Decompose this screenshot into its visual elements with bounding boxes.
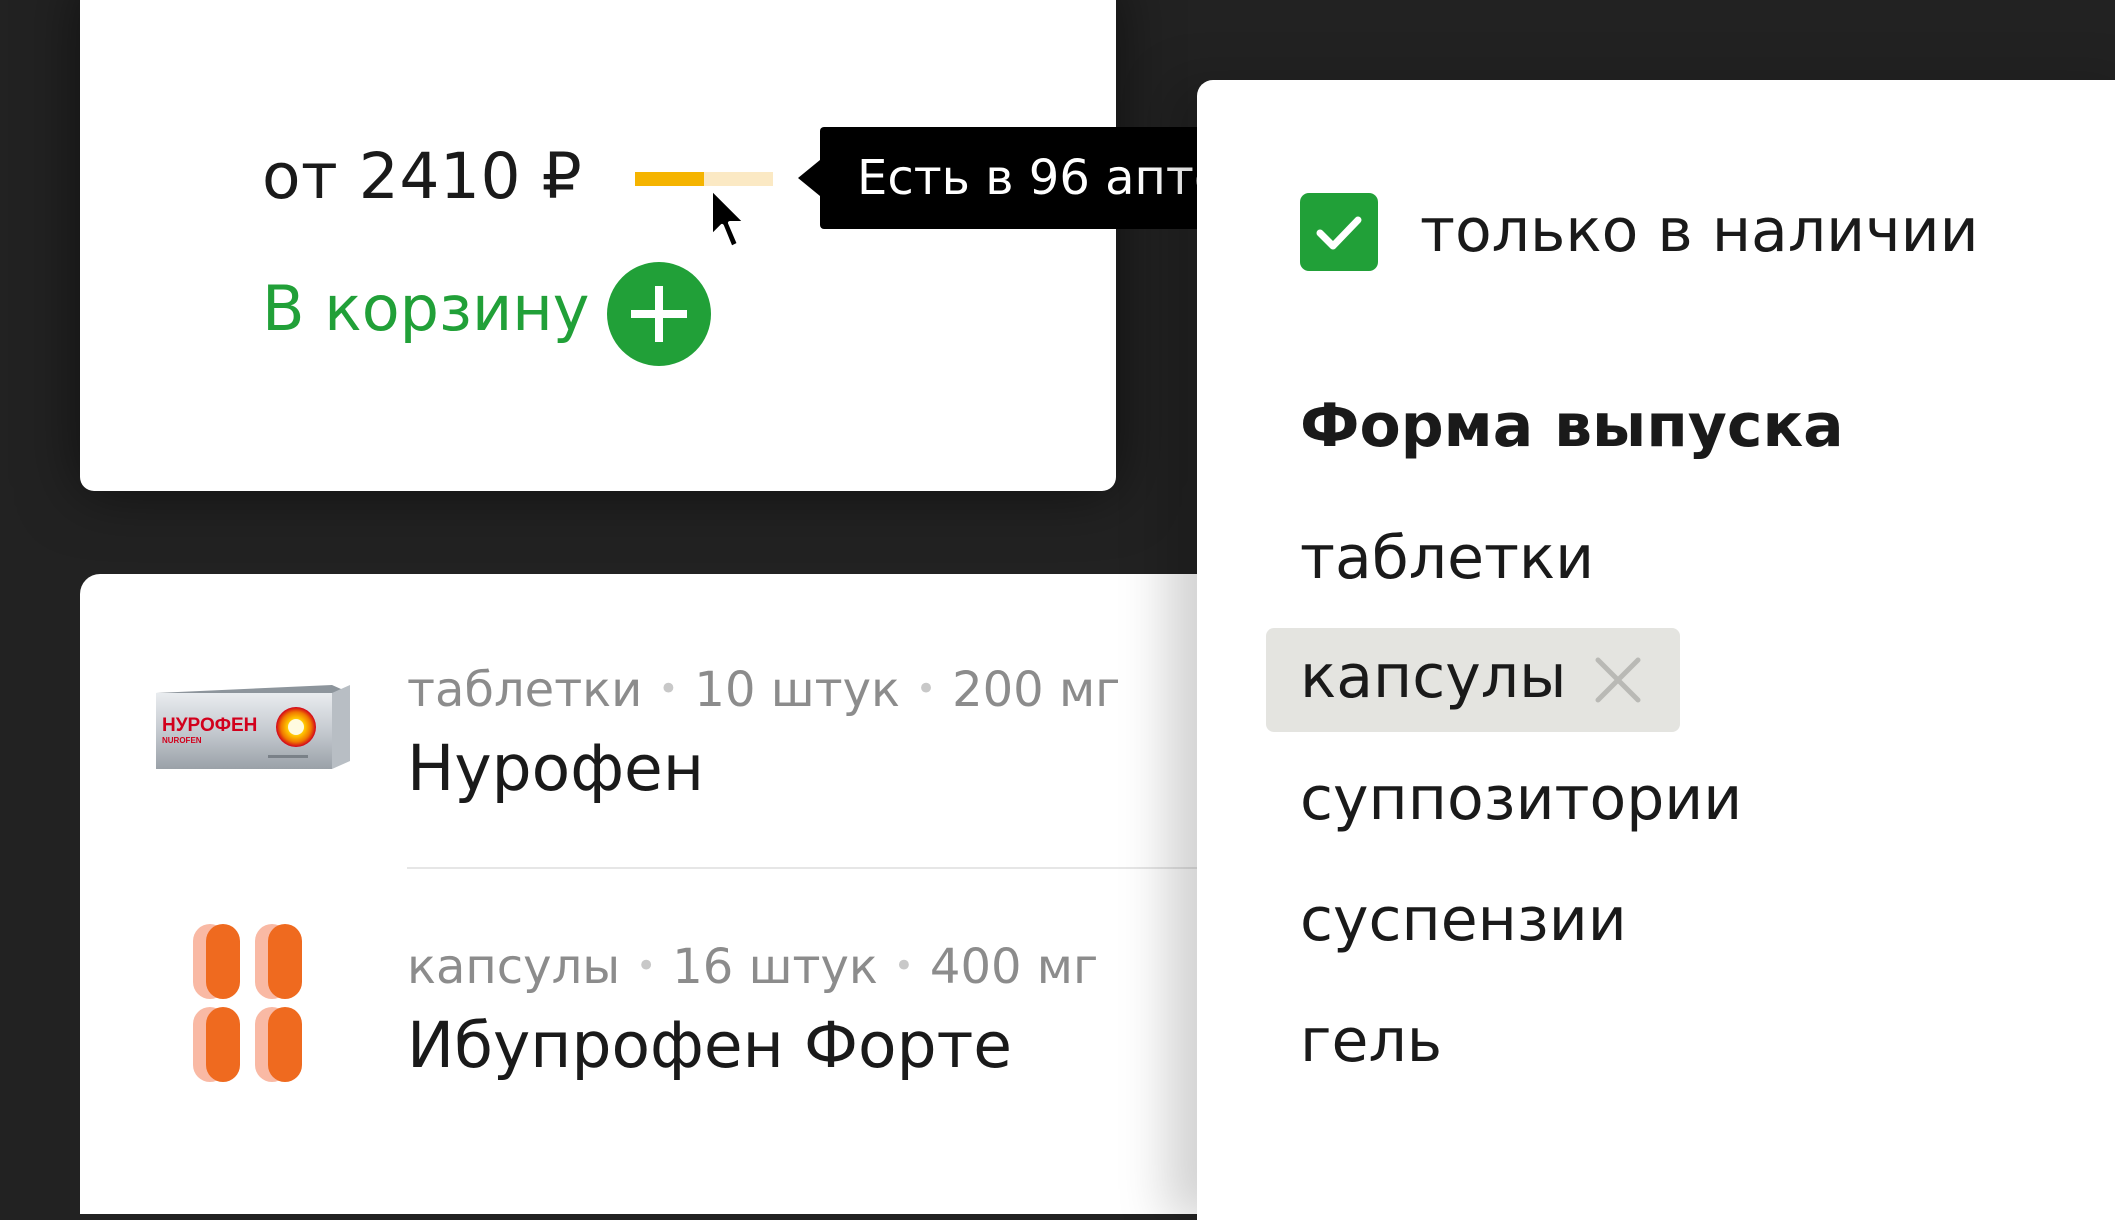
form-section-title: Форма выпуска [1300, 391, 1844, 461]
item-dose: 400 мг [929, 939, 1099, 995]
item-meta: капсулы • 16 штук • 400 мг [407, 939, 1099, 995]
availability-bar-fill [635, 172, 704, 186]
product-list: НУРОФЕН NUROFEN таблетки • 10 штук • 200 мг … [80, 574, 1230, 1214]
item-count: 16 штук [672, 939, 878, 995]
filter-option-capsules[interactable]: капсулы [1266, 628, 1680, 732]
filter-option-suppositories[interactable]: суппозитории [1300, 764, 1742, 834]
filter-panel: только в наличии Форма выпуска таблетки … [1197, 80, 2115, 1220]
filter-option-capsules-label: капсулы [1300, 642, 1567, 712]
list-item[interactable]: НУРОФЕН NUROFEN таблетки • 10 штук • 200 мг … [80, 574, 1230, 867]
add-to-cart-link[interactable]: В корзину [262, 272, 589, 345]
item-dose: 200 мг [952, 662, 1121, 718]
filter-option-gel[interactable]: гель [1300, 1006, 1442, 1076]
availability-bar[interactable] [635, 172, 773, 186]
add-to-cart-plus-icon[interactable] [607, 262, 711, 366]
close-icon[interactable] [1594, 656, 1642, 704]
item-meta: таблетки • 10 штук • 200 мг [407, 662, 1121, 718]
nurofen-box-icon: НУРОФЕН NUROFEN [156, 685, 350, 769]
svg-text:NUROFEN: NUROFEN [162, 736, 202, 745]
capsules-icon [193, 924, 302, 1082]
filter-option-suspensions[interactable]: суспензии [1300, 885, 1627, 955]
nurofen-box-brand-text: НУРОФЕН [162, 715, 257, 736]
list-item[interactable]: капсулы • 16 штук • 400 мг Ибупрофен Форте [80, 869, 1230, 1214]
filter-option-tablets[interactable]: таблетки [1300, 523, 1594, 593]
price-card: от 2410 ₽ Есть в 96 аптеках В корзину [80, 0, 1353, 491]
item-form: таблетки [407, 662, 643, 718]
only-in-stock-label[interactable]: только в наличии [1420, 196, 1979, 266]
item-name[interactable]: Ибупрофен Форте [407, 1009, 1012, 1082]
item-name[interactable]: Нурофен [407, 732, 704, 805]
only-in-stock-checkbox[interactable] [1300, 193, 1378, 271]
item-form: капсулы [407, 939, 621, 995]
check-icon [1316, 216, 1362, 250]
mouse-pointer-icon [709, 186, 748, 250]
price-label: от 2410 ₽ [262, 140, 583, 213]
item-count: 10 штук [694, 662, 901, 718]
